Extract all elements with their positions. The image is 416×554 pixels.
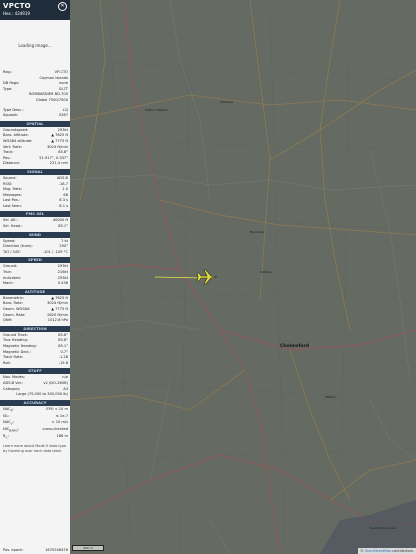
data-row: TAT / OAT: -101 / -109 °C <box>0 250 70 256</box>
row-value: EPU < 10 m <box>46 406 68 411</box>
map-attribution: © OpenStreetMap contributors. <box>358 548 416 554</box>
info-block-2: Type Desc.: L2J Squawk: 5267 <box>0 108 70 119</box>
hex-code: Hex.: 424919 <box>3 11 30 16</box>
row-value: 0.436 <box>57 281 68 286</box>
data-row: NICBARO: cross-checked <box>0 427 70 434</box>
pos-epoch-label: Pos. epoch: <box>3 548 24 553</box>
plane-icon[interactable] <box>196 269 218 285</box>
registration-title: VPCTO <box>3 2 31 10</box>
section-header-accuracy[interactable]: ACCURACY <box>0 399 70 406</box>
row-label: Mach: <box>3 281 14 286</box>
section-header-speed[interactable]: SPEED <box>0 257 70 264</box>
data-row: Roll: -15.6 <box>0 361 70 367</box>
row-value: 186 m <box>56 434 68 439</box>
row-value: cross-checked <box>42 426 69 431</box>
data-row: NACV: < 10 m/s <box>0 420 70 427</box>
data-row: Mach: 0.436 <box>0 281 70 287</box>
section-header-signal[interactable]: SIGNAL <box>0 168 70 175</box>
aircraft-details-panel: VPCTO Hex.: 424919 ✕ Loading image... Re… <box>0 0 71 554</box>
row-label: Distance: <box>3 161 20 166</box>
row-value: Large (75,000 to 300,000 lb) <box>16 392 68 397</box>
row-value: 5267 <box>58 113 68 118</box>
close-icon[interactable]: ✕ <box>58 2 67 11</box>
row-value: Global 7500/7500 <box>35 97 68 102</box>
section-header-wind[interactable]: WIND <box>0 231 70 238</box>
row-value: -15.6 <box>58 360 68 365</box>
row-label: Type: <box>3 86 13 91</box>
info-row: Squawk: 5267 <box>0 113 70 119</box>
place-label: Southend-on-Sea <box>370 526 396 530</box>
place-label: Braintree <box>250 230 264 234</box>
section-header-fms-sel[interactable]: FMS SEL <box>0 211 70 218</box>
row-value: 1012.8 hPa <box>47 318 68 323</box>
row-value: 221.4 nmi <box>49 161 68 166</box>
row-label: NACV: <box>3 419 14 426</box>
row-label: RC: <box>3 434 9 440</box>
row-label: Last Seen: <box>3 203 22 208</box>
row-label: NACP: <box>3 406 14 413</box>
place-label: Maldon <box>325 395 336 399</box>
row-value: < 10 m/s <box>51 419 68 424</box>
data-row: QNH: 1012.8 hPa <box>0 318 70 324</box>
place-label: Chelmsford <box>280 344 309 349</box>
data-row: Last Seen: 8.1 s <box>0 204 70 210</box>
osm-link[interactable]: OpenStreetMap <box>365 549 392 553</box>
data-row: Large (75,000 to 300,000 lb) <box>0 392 70 398</box>
section-header-direction[interactable]: DIRECTION <box>0 325 70 332</box>
pos-epoch-value: 1670246476 <box>45 548 68 553</box>
map-view[interactable]: Chelmsford Braintree Witham Halstead Southen… <box>70 0 416 554</box>
mode-s-note: Learn more about Mode S data type by hov… <box>0 442 70 456</box>
note-text: Learn more about Mode S data type by hov… <box>3 443 67 453</box>
sections: SPATIAL Groundspeed: 293kt Baro. Altitude: ▲… <box>0 120 70 442</box>
place-label: Halstead <box>220 100 234 104</box>
row-value: -101 / -109 °C <box>42 249 68 254</box>
section-header-stuff[interactable]: STUFF <box>0 368 70 375</box>
data-row: NACP: EPU < 10 m <box>0 407 70 414</box>
row-label: QNH: <box>3 318 13 323</box>
row-label: NICBARO: <box>3 426 20 433</box>
data-row: Sel. Head.: 85.1° <box>0 224 70 230</box>
panel-header: VPCTO Hex.: 424919 ✕ <box>0 0 70 20</box>
row-value: 85.1° <box>58 224 68 229</box>
info-block: Reg.: VP-CTO Cayman Islands DB flags: none Ty… <box>0 70 70 104</box>
aircraft-photo: Loading image... <box>0 20 70 70</box>
row-value: 8.1 s <box>59 203 68 208</box>
row-label: TAT / OAT: <box>3 249 21 254</box>
data-row: Distance: 221.4 nmi <box>0 161 70 167</box>
scale-bar: 500 m <box>72 545 104 551</box>
scale-label: 500 m <box>83 546 93 550</box>
pos-epoch-row: Pos. epoch: 1670246476 <box>0 548 70 554</box>
place-label: Witham <box>260 270 272 274</box>
row-label: Sel. Head.: <box>3 224 23 229</box>
row-label: Roll: <box>3 360 11 365</box>
map-roads <box>70 0 416 554</box>
row-label: Reg.: <box>3 70 13 74</box>
data-row: RC: 186 m <box>0 434 70 441</box>
attribution-prefix: © <box>360 549 364 553</box>
section-header-altitude[interactable]: ALTITUDE <box>0 288 70 295</box>
section-header-spatial[interactable]: SPATIAL <box>0 120 70 127</box>
loading-text: Loading image... <box>18 42 52 48</box>
place-label: Saffron Walden <box>145 108 168 112</box>
row-label: Squawk: <box>3 113 19 118</box>
attribution-suffix: contributors. <box>392 549 414 553</box>
